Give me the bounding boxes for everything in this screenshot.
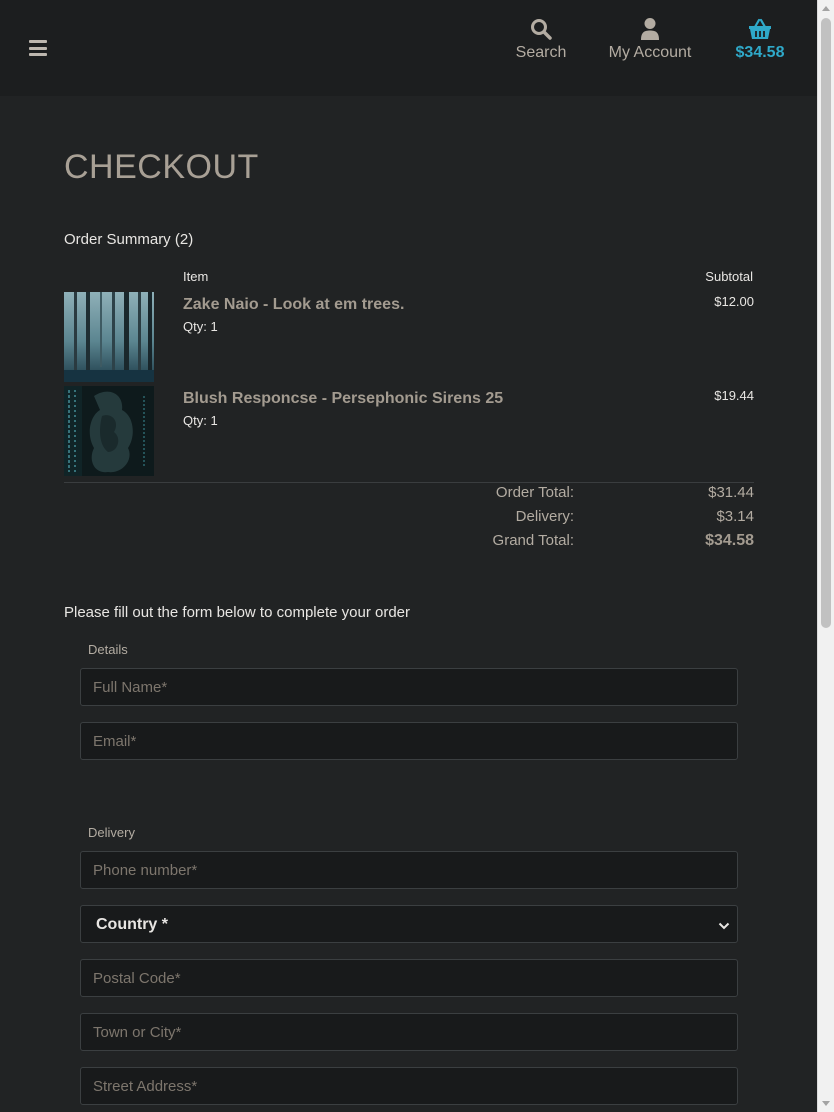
- delivery-legend: Delivery: [88, 825, 135, 840]
- phone-number-input[interactable]: [80, 851, 738, 889]
- product-subtotal: $12.00: [714, 294, 754, 309]
- user-icon: [604, 16, 696, 42]
- delivery-row: Delivery: $3.14: [420, 508, 754, 532]
- search-nav[interactable]: Search: [512, 16, 570, 62]
- search-icon: [512, 16, 570, 42]
- page-title: CHECKOUT: [64, 148, 259, 186]
- product-thumbnail[interactable]: [64, 292, 154, 382]
- product-name[interactable]: Zake Naio - Look at em trees.: [183, 296, 404, 314]
- product-thumbnail[interactable]: [64, 386, 154, 476]
- my-account-label: My Account: [608, 44, 692, 61]
- cart-total: $34.58: [735, 44, 785, 61]
- postal-code-input[interactable]: [80, 959, 738, 997]
- column-header-item: Item: [183, 269, 209, 284]
- basket-icon: [730, 16, 790, 42]
- top-header: Search My Account $34.58: [0, 0, 817, 96]
- email-input[interactable]: [80, 722, 738, 760]
- checkout-page: Search My Account $34.58 CHECKOUT Order …: [0, 0, 817, 1112]
- form-intro-text: Please fill out the form below to comple…: [64, 604, 411, 621]
- scroll-up-icon[interactable]: [822, 6, 830, 11]
- search-label: Search: [515, 44, 567, 61]
- my-account-nav[interactable]: My Account: [604, 16, 696, 62]
- scrollbar-thumb[interactable]: [821, 18, 831, 628]
- product-subtotal: $19.44: [714, 388, 754, 403]
- page-scrollbar[interactable]: [817, 0, 834, 1112]
- summary-divider: [64, 482, 754, 483]
- grand-total-label: Grand Total:: [492, 532, 574, 549]
- order-total-value: $31.44: [708, 484, 754, 501]
- order-total-row: Order Total: $31.44: [420, 484, 754, 508]
- details-legend: Details: [88, 642, 128, 657]
- scroll-down-icon[interactable]: [822, 1101, 830, 1106]
- column-header-subtotal: Subtotal: [705, 269, 753, 284]
- order-line-item: Zake Naio - Look at em trees. Qty: 1 $12…: [64, 292, 754, 382]
- country-select-wrap: Country *: [80, 905, 738, 943]
- delivery-label: Delivery:: [515, 508, 574, 525]
- country-select[interactable]: Country *: [80, 905, 738, 943]
- delivery-value: $3.14: [716, 508, 754, 525]
- menu-icon[interactable]: [29, 40, 47, 56]
- order-summary-heading: Order Summary (2): [64, 231, 194, 248]
- order-total-label: Order Total:: [495, 484, 574, 501]
- street-address-input[interactable]: [80, 1067, 738, 1105]
- town-city-input[interactable]: [80, 1013, 738, 1051]
- product-qty: Qty: 1: [183, 413, 218, 428]
- product-name[interactable]: Blush Responcse - Persephonic Sirens 25: [183, 390, 503, 408]
- order-line-item: Blush Responcse - Persephonic Sirens 25 …: [64, 386, 754, 476]
- full-name-input[interactable]: [80, 668, 738, 706]
- grand-total-value: $34.58: [705, 532, 754, 549]
- order-totals: Order Total: $31.44 Delivery: $3.14 Gran…: [420, 484, 754, 556]
- grand-total-row: Grand Total: $34.58: [420, 532, 754, 556]
- product-qty: Qty: 1: [183, 319, 218, 334]
- cart-nav[interactable]: $34.58: [730, 16, 790, 62]
